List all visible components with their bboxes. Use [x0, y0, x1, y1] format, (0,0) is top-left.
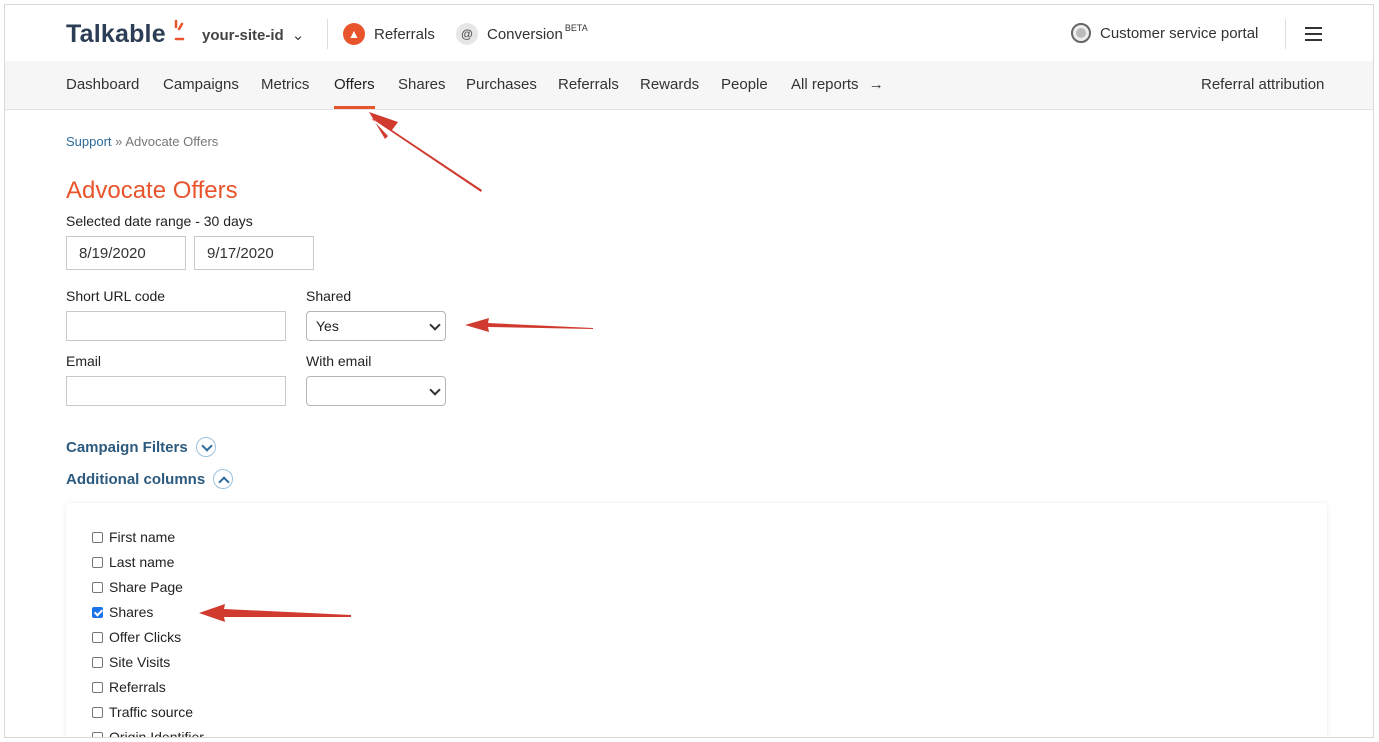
chevron-down-icon: [429, 319, 441, 331]
customer-service-portal-link[interactable]: Customer service portal: [1071, 23, 1258, 43]
main-nav: Dashboard Campaigns Metrics Offers Share…: [5, 61, 1373, 110]
nav-rewards[interactable]: Rewards: [640, 76, 699, 93]
nav-shares[interactable]: Shares: [398, 76, 446, 93]
product-conversion[interactable]: @ Conversion BETA: [456, 23, 588, 45]
email-input[interactable]: [66, 376, 286, 406]
column-option-label: Shares: [109, 604, 154, 620]
column-option-label: Origin Identifier: [109, 729, 204, 738]
logo-spark-icon: [174, 19, 185, 41]
column-checkbox[interactable]: [92, 706, 103, 718]
nav-all-reports[interactable]: All reports →: [791, 76, 884, 93]
nav-purchases[interactable]: Purchases: [466, 76, 537, 93]
chevron-up-icon: [213, 469, 234, 489]
page-title: Advocate Offers: [66, 177, 238, 204]
column-option[interactable]: Referrals: [92, 679, 166, 695]
nav-dashboard[interactable]: Dashboard: [66, 76, 139, 93]
additional-columns-toggle[interactable]: Additional columns: [66, 469, 234, 489]
chevron-down-icon: ⌄: [291, 27, 305, 44]
column-checkbox[interactable]: [92, 731, 103, 737]
campaign-filters-label: Campaign Filters: [66, 438, 188, 456]
column-option[interactable]: Share Page: [92, 579, 183, 595]
column-option[interactable]: First name: [92, 529, 175, 545]
date-to-input[interactable]: [194, 236, 314, 270]
hamburger-menu-icon[interactable]: [1305, 27, 1322, 41]
site-id-label: your-site-id: [202, 27, 284, 44]
annotation-arrow: [369, 112, 482, 192]
product-conversion-label: Conversion: [487, 25, 563, 43]
column-option-label: Traffic source: [109, 704, 194, 720]
column-checkbox[interactable]: [92, 681, 103, 693]
column-option-label: Site Visits: [109, 654, 171, 670]
campaign-filters-toggle[interactable]: Campaign Filters: [66, 437, 216, 457]
column-checkbox[interactable]: [92, 556, 103, 568]
chevron-down-icon: [195, 437, 216, 457]
column-checkbox[interactable]: [92, 631, 103, 643]
column-option[interactable]: Traffic source: [92, 704, 193, 720]
active-tab-indicator: [334, 106, 375, 109]
at-sign-icon: @: [456, 23, 478, 45]
product-referrals[interactable]: ▲ Referrals: [343, 23, 435, 45]
column-option-label: Last name: [109, 554, 175, 570]
additional-columns-panel: [66, 503, 1327, 737]
divider: [327, 19, 328, 49]
additional-columns-label: Additional columns: [66, 470, 206, 488]
breadcrumb-separator: »: [115, 134, 123, 149]
email-label: Email: [66, 353, 102, 369]
talkable-logo[interactable]: Talkable: [66, 20, 166, 49]
column-option[interactable]: Offer Clicks: [92, 629, 181, 645]
annotation-arrow: [465, 318, 593, 332]
column-option[interactable]: Origin Identifier: [92, 729, 204, 738]
product-referrals-label: Referrals: [374, 25, 435, 43]
with-email-select[interactable]: [306, 376, 446, 406]
column-option-label: Referrals: [109, 679, 166, 695]
column-option[interactable]: Last name: [92, 554, 174, 570]
breadcrumb-support-link[interactable]: Support: [66, 134, 112, 149]
column-checkbox[interactable]: [92, 606, 103, 618]
nav-people[interactable]: People: [721, 76, 768, 93]
column-checkbox[interactable]: [92, 656, 103, 668]
shared-select-value: Yes: [316, 318, 339, 334]
chevron-down-icon: [429, 384, 441, 396]
column-checkbox[interactable]: [92, 581, 103, 593]
column-option-label: Share Page: [109, 579, 183, 595]
referrals-icon: ▲: [343, 23, 365, 45]
column-option[interactable]: Shares: [92, 604, 153, 620]
nav-metrics[interactable]: Metrics: [261, 76, 309, 93]
nav-referral-attribution[interactable]: Referral attribution: [1201, 76, 1324, 93]
avatar-icon: [1071, 23, 1091, 43]
divider: [1285, 19, 1286, 49]
nav-all-reports-label: All reports: [791, 76, 859, 93]
site-selector[interactable]: your-site-id ⌄: [202, 26, 304, 44]
short-url-label: Short URL code: [66, 288, 166, 304]
nav-offers[interactable]: Offers: [334, 76, 375, 93]
short-url-input[interactable]: [66, 311, 286, 341]
breadcrumb-current: Advocate Offers: [125, 134, 219, 149]
column-option-label: Offer Clicks: [109, 629, 182, 645]
beta-badge: BETA: [564, 23, 588, 33]
date-range-label: Selected date range - 30 days: [66, 213, 253, 229]
nav-campaigns[interactable]: Campaigns: [163, 76, 239, 93]
breadcrumb: Support » Advocate Offers: [66, 134, 218, 149]
top-bar: Talkable your-site-id ⌄ ▲ Referrals @ Con…: [5, 5, 1373, 62]
column-option-label: First name: [109, 529, 176, 545]
column-option[interactable]: Site Visits: [92, 654, 170, 670]
portal-label: Customer service portal: [1100, 24, 1259, 42]
arrow-right-icon: →: [868, 76, 884, 93]
app-window: Talkable your-site-id ⌄ ▲ Referrals @ Con…: [4, 4, 1374, 738]
with-email-label: With email: [306, 353, 372, 369]
nav-referrals[interactable]: Referrals: [558, 76, 619, 93]
shared-label: Shared: [306, 288, 352, 304]
column-checkbox[interactable]: [92, 531, 103, 543]
date-from-input[interactable]: [66, 236, 186, 270]
shared-select[interactable]: Yes: [306, 311, 446, 341]
